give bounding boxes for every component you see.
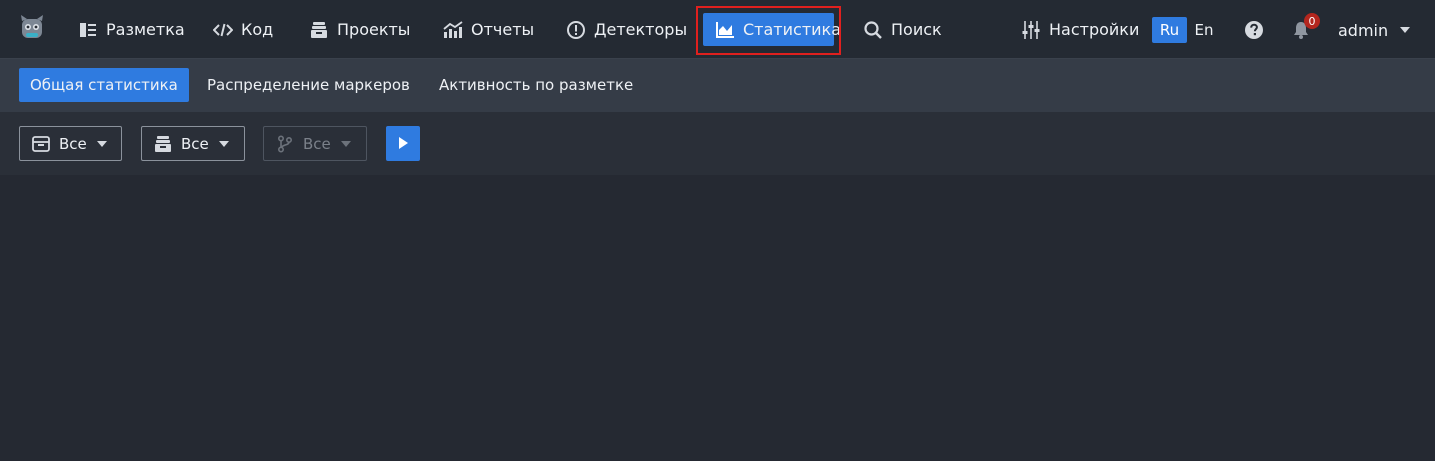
nav-item-markup[interactable]: Разметка bbox=[78, 13, 185, 46]
nav-item-code[interactable]: Код bbox=[213, 13, 273, 46]
branch-icon bbox=[276, 134, 294, 153]
chevron-down-icon bbox=[1400, 27, 1411, 33]
filter-value: Все bbox=[303, 134, 331, 153]
active-nav-highlight bbox=[696, 6, 841, 55]
chevron-down-icon bbox=[340, 140, 351, 147]
code-icon bbox=[213, 20, 233, 40]
markup-icon bbox=[78, 20, 98, 40]
filter-value: Все bbox=[181, 134, 209, 153]
nav-item-projects[interactable]: Проекты bbox=[309, 13, 410, 46]
filter-dropdown-2[interactable]: Все bbox=[141, 126, 245, 161]
play-icon bbox=[398, 134, 408, 153]
nav-label: Отчеты bbox=[471, 20, 535, 39]
notification-badge: 0 bbox=[1304, 13, 1320, 29]
help-icon[interactable] bbox=[1244, 20, 1264, 40]
nav-label: Код bbox=[241, 20, 274, 39]
nav-item-search[interactable]: Поиск bbox=[863, 13, 942, 46]
statistics-content-area bbox=[0, 175, 1435, 461]
top-navbar: Разметка Код Проекты Отчеты Детекторы Ст… bbox=[0, 0, 1435, 59]
detectors-icon bbox=[566, 20, 586, 40]
nav-item-detectors[interactable]: Детекторы bbox=[566, 13, 687, 46]
filter-value: Все bbox=[59, 134, 87, 153]
run-button[interactable] bbox=[386, 126, 420, 161]
nav-label: Разметка bbox=[106, 20, 185, 39]
chevron-down-icon bbox=[218, 140, 229, 147]
chevron-down-icon bbox=[96, 140, 107, 147]
tab-general-statistics[interactable]: Общая статистика bbox=[19, 68, 189, 102]
box-icon bbox=[32, 135, 50, 153]
search-icon bbox=[863, 20, 883, 40]
filter-dropdown-branch: Все bbox=[263, 126, 367, 161]
tab-marker-distribution[interactable]: Распределение маркеров bbox=[196, 68, 421, 102]
nav-item-reports[interactable]: Отчеты bbox=[443, 13, 534, 46]
archive-icon bbox=[154, 135, 172, 153]
nav-label: Детекторы bbox=[594, 20, 688, 39]
tab-markup-activity[interactable]: Активность по разметке bbox=[428, 68, 644, 102]
app-logo[interactable] bbox=[17, 13, 47, 43]
projects-icon bbox=[309, 20, 329, 40]
username: admin bbox=[1338, 20, 1389, 40]
nav-label: Проекты bbox=[337, 20, 411, 39]
filter-toolbar: Все Все Все bbox=[0, 112, 1435, 175]
lang-en-button[interactable]: En bbox=[1192, 17, 1216, 43]
nav-label: Настройки bbox=[1049, 20, 1140, 39]
settings-sliders-icon bbox=[1021, 20, 1041, 40]
reports-icon bbox=[443, 20, 463, 40]
lang-ru-button[interactable]: Ru bbox=[1152, 17, 1187, 43]
statistics-subnav: Общая статистика Распределение маркеров … bbox=[0, 59, 1435, 112]
user-menu[interactable]: admin bbox=[1338, 18, 1411, 42]
filter-dropdown-1[interactable]: Все bbox=[19, 126, 122, 161]
nav-label: Поиск bbox=[891, 20, 942, 39]
nav-item-settings[interactable]: Настройки bbox=[1021, 13, 1139, 46]
